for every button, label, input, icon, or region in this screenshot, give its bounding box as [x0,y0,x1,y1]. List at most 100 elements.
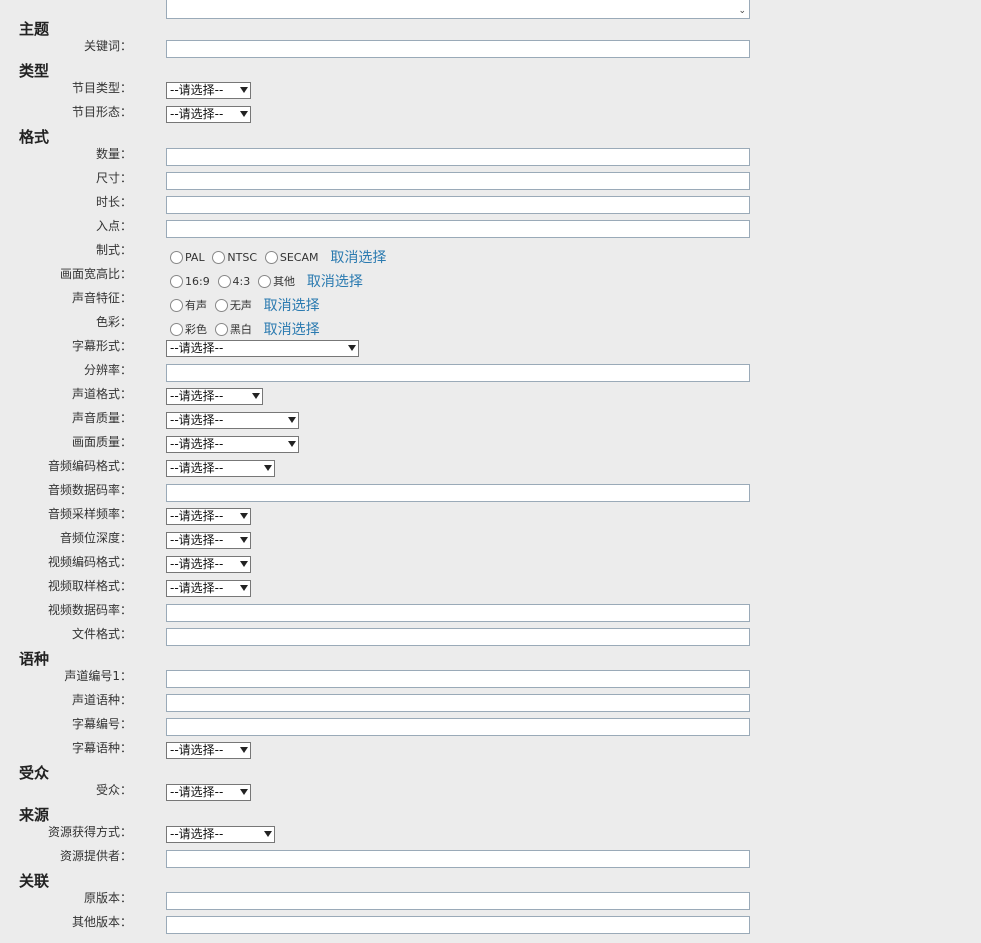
radio-color[interactable] [170,322,183,336]
radio-secam-label: SECAM [279,250,319,264]
original-version-input[interactable] [166,892,750,910]
radio-sound-on-label: 有声 [185,299,207,312]
picture-quality-select[interactable]: --请选择-- [166,436,299,453]
radio-ntsc-label: NTSC [227,250,258,264]
program-form-select[interactable]: --请选择-- [166,106,251,123]
label-audio-bit-depth: 音频位深度： [59,531,132,545]
program-type-select[interactable]: --请选择-- [166,82,251,99]
section-format: 格式 [19,128,50,146]
label-audio-codec: 音频编码格式： [47,459,132,473]
sound-quality-select[interactable]: --请选择-- [166,412,299,429]
label-other-version: 其他版本： [71,915,132,929]
label-program-type: 节目类型： [71,81,132,95]
label-subtitle-no: 字幕编号： [71,717,132,731]
previous-textarea[interactable]: ⌄ [166,0,750,19]
chevron-down-icon [240,111,248,117]
radio-pal[interactable] [170,250,183,264]
video-codec-select[interactable]: --请选择-- [166,556,251,573]
program-form-value: --请选择-- [170,107,224,121]
acquisition-value: --请选择-- [170,827,224,841]
radio-bw-label: 黑白 [229,323,252,336]
provider-input[interactable] [166,850,750,868]
chevron-down-icon [288,417,296,423]
radio-sound-on[interactable] [170,298,183,312]
channel-no-input[interactable] [166,670,750,688]
standard-cancel-link[interactable]: 取消选择 [330,250,386,266]
subtitle-language-select[interactable]: --请选择-- [166,742,251,759]
chevron-down-icon [348,345,356,351]
audio-bitrate-input[interactable] [166,484,750,502]
chevron-down-icon [252,393,260,399]
file-format-input[interactable] [166,628,750,646]
label-in-point: 入点： [95,219,132,233]
size-input[interactable] [166,172,750,190]
sound-quality-value: --请选择-- [170,413,224,427]
audio-sample-rate-select[interactable]: --请选择-- [166,508,251,525]
label-audio-sample-rate: 音频采样频率： [47,507,132,521]
label-audio-bitrate: 音频数据码率： [47,483,132,497]
label-sound-feature: 声音特征： [71,291,132,305]
radio-bw[interactable] [214,322,228,336]
label-file-format: 文件格式： [71,627,132,641]
radio-secam[interactable] [264,250,278,264]
radio-16-9[interactable] [170,274,183,288]
program-type-value: --请选择-- [170,83,224,97]
resize-grip-icon[interactable]: ⌄ [738,7,746,16]
chevron-down-icon [240,537,248,543]
subtitle-no-input[interactable] [166,718,750,736]
audience-select[interactable]: --请选择-- [166,784,251,801]
section-language: 语种 [19,650,50,668]
section-subject: 主题 [19,20,50,38]
subtitle-language-value: --请选择-- [170,743,224,757]
radio-4-3[interactable] [217,274,231,288]
label-standard: 制式： [95,243,132,257]
radio-16-9-label: 16:9 [185,274,210,288]
sound-feature-cancel-link[interactable]: 取消选择 [264,298,320,314]
audio-bit-depth-select[interactable]: --请选择-- [166,532,251,549]
acquisition-select[interactable]: --请选择-- [166,826,275,843]
section-audience: 受众 [19,764,50,782]
video-sampling-select[interactable]: --请选择-- [166,580,251,597]
aspect-ratio-cancel-link[interactable]: 取消选择 [307,274,363,290]
quantity-input[interactable] [166,148,750,166]
radio-other[interactable] [258,274,272,288]
radio-sound-off[interactable] [214,298,228,312]
chevron-down-icon [264,465,272,471]
chevron-down-icon [264,831,272,837]
label-color: 色彩： [95,315,132,329]
keyword-input[interactable] [166,40,750,58]
label-acquisition: 资源获得方式： [47,825,132,839]
standard-radio-group: PAL NTSC SECAM 取消选择 [170,247,386,266]
label-subtitle-language: 字幕语种： [71,741,132,755]
section-source: 来源 [19,806,50,824]
resolution-input[interactable] [166,364,750,382]
chevron-down-icon [240,513,248,519]
label-duration: 时长： [95,195,132,209]
radio-color-label: 彩色 [185,323,207,336]
audio-bit-depth-value: --请选择-- [170,533,224,547]
label-program-form: 节目形态： [71,105,132,119]
radio-ntsc[interactable] [212,250,226,264]
label-size: 尺寸： [95,171,132,185]
label-subtitle-form: 字幕形式： [71,339,132,353]
other-version-input[interactable] [166,916,750,934]
color-cancel-link[interactable]: 取消选择 [264,322,320,338]
label-channel-format: 声道格式： [71,387,132,401]
subtitle-form-select[interactable]: --请选择-- [166,340,359,357]
section-relation: 关联 [19,872,50,890]
channel-language-input[interactable] [166,694,750,712]
radio-4-3-label: 4:3 [232,274,251,288]
label-provider: 资源提供者： [59,849,132,863]
audio-codec-select[interactable]: --请选择-- [166,460,275,477]
channel-format-select[interactable]: --请选择-- [166,388,263,405]
chevron-down-icon [240,561,248,567]
label-quantity: 数量： [95,147,132,161]
section-type: 类型 [19,62,50,80]
in-point-input[interactable] [166,220,750,238]
label-video-codec: 视频编码格式： [47,555,132,569]
video-bitrate-input[interactable] [166,604,750,622]
label-video-bitrate: 视频数据码率： [47,603,132,617]
chevron-down-icon [240,747,248,753]
label-original-version: 原版本： [83,891,132,905]
duration-input[interactable] [166,196,750,214]
